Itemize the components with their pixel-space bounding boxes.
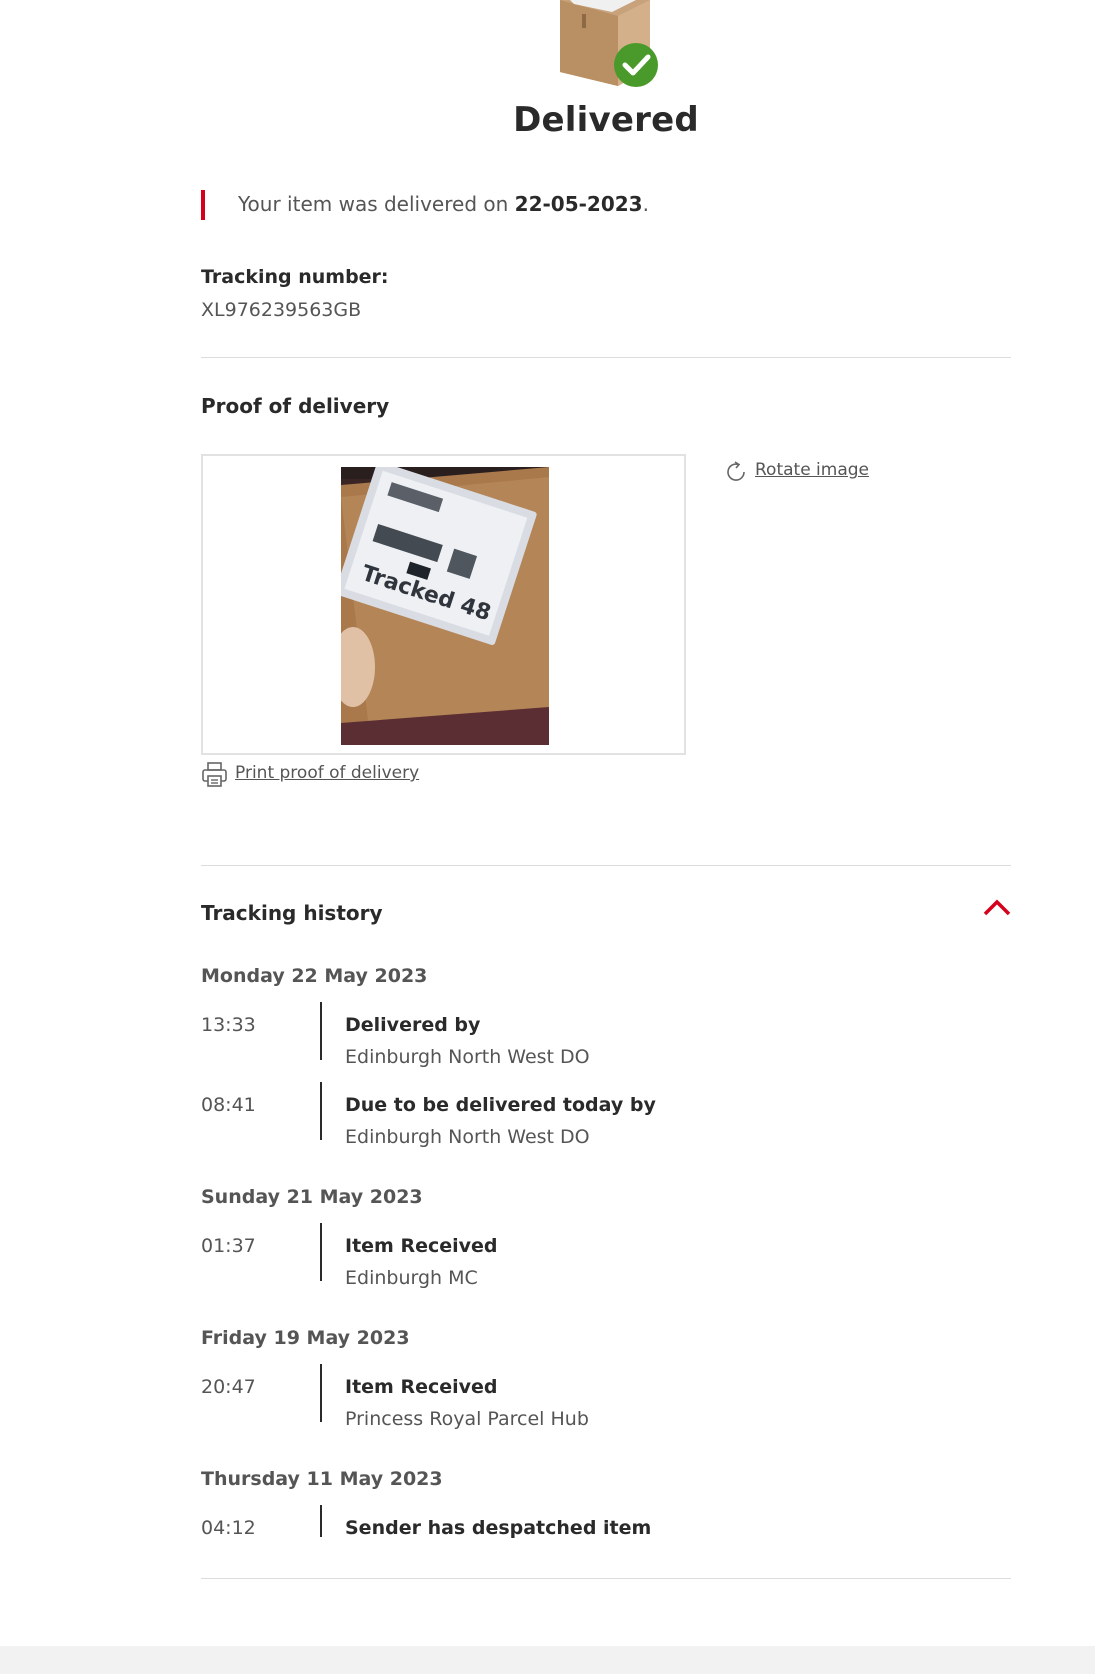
event-location: Edinburgh North West DO xyxy=(345,1126,590,1148)
event-location: Edinburgh North West DO xyxy=(345,1046,590,1068)
event-location: Edinburgh MC xyxy=(345,1267,478,1289)
parcel-box-check-icon xyxy=(560,0,658,87)
proof-image-frame: Tracked 48 xyxy=(201,454,686,755)
page-footer xyxy=(0,1646,1095,1674)
timeline-line xyxy=(320,1002,322,1060)
rotate-icon xyxy=(727,461,745,481)
rotate-image-label[interactable]: Rotate image xyxy=(755,460,869,480)
tracking-history-heading: Tracking history xyxy=(201,901,383,925)
event-time: 01:37 xyxy=(201,1235,256,1257)
event-time: 20:47 xyxy=(201,1376,256,1398)
proof-heading: Proof of delivery xyxy=(201,394,390,418)
event-title: Due to be delivered today by xyxy=(345,1094,656,1116)
notice-accent-bar xyxy=(201,190,205,220)
timeline-line xyxy=(320,1223,322,1281)
notice-prefix: Your item was delivered on xyxy=(238,192,515,216)
notice-text: Your item was delivered on 22-05-2023. xyxy=(238,192,649,216)
timeline-line xyxy=(320,1505,322,1537)
history-day-date: Thursday 11 May 2023 xyxy=(201,1468,443,1490)
divider xyxy=(201,1578,1011,1579)
event-title: Sender has despatched item xyxy=(345,1517,652,1539)
chevron-up-icon[interactable] xyxy=(982,897,1012,919)
delivery-notice: Your item was delivered on 22-05-2023. xyxy=(201,188,1011,220)
status-title: Delivered xyxy=(513,100,699,140)
printer-icon xyxy=(202,762,227,787)
timeline-line xyxy=(320,1082,322,1140)
event-time: 13:33 xyxy=(201,1014,256,1036)
timeline-line xyxy=(320,1364,322,1422)
history-day-date: Sunday 21 May 2023 xyxy=(201,1186,423,1208)
print-proof-label[interactable]: Print proof of delivery xyxy=(235,763,419,783)
divider xyxy=(201,865,1011,866)
event-time: 08:41 xyxy=(201,1094,256,1116)
event-time: 04:12 xyxy=(201,1517,256,1539)
notice-suffix: . xyxy=(642,192,649,216)
event-title: Item Received xyxy=(345,1235,498,1257)
tracking-number-value: XL976239563GB xyxy=(201,299,362,321)
event-location: Princess Royal Parcel Hub xyxy=(345,1408,589,1430)
proof-of-delivery-photo: Tracked 48 xyxy=(341,467,549,745)
divider xyxy=(201,357,1011,358)
history-day-date: Monday 22 May 2023 xyxy=(201,965,428,987)
history-day-date: Friday 19 May 2023 xyxy=(201,1327,410,1349)
status-header: Delivered xyxy=(201,0,1011,150)
event-title: Item Received xyxy=(345,1376,498,1398)
delivered-date: 22-05-2023 xyxy=(514,192,643,216)
tracking-number-label: Tracking number: xyxy=(201,266,389,288)
event-title: Delivered by xyxy=(345,1014,481,1036)
